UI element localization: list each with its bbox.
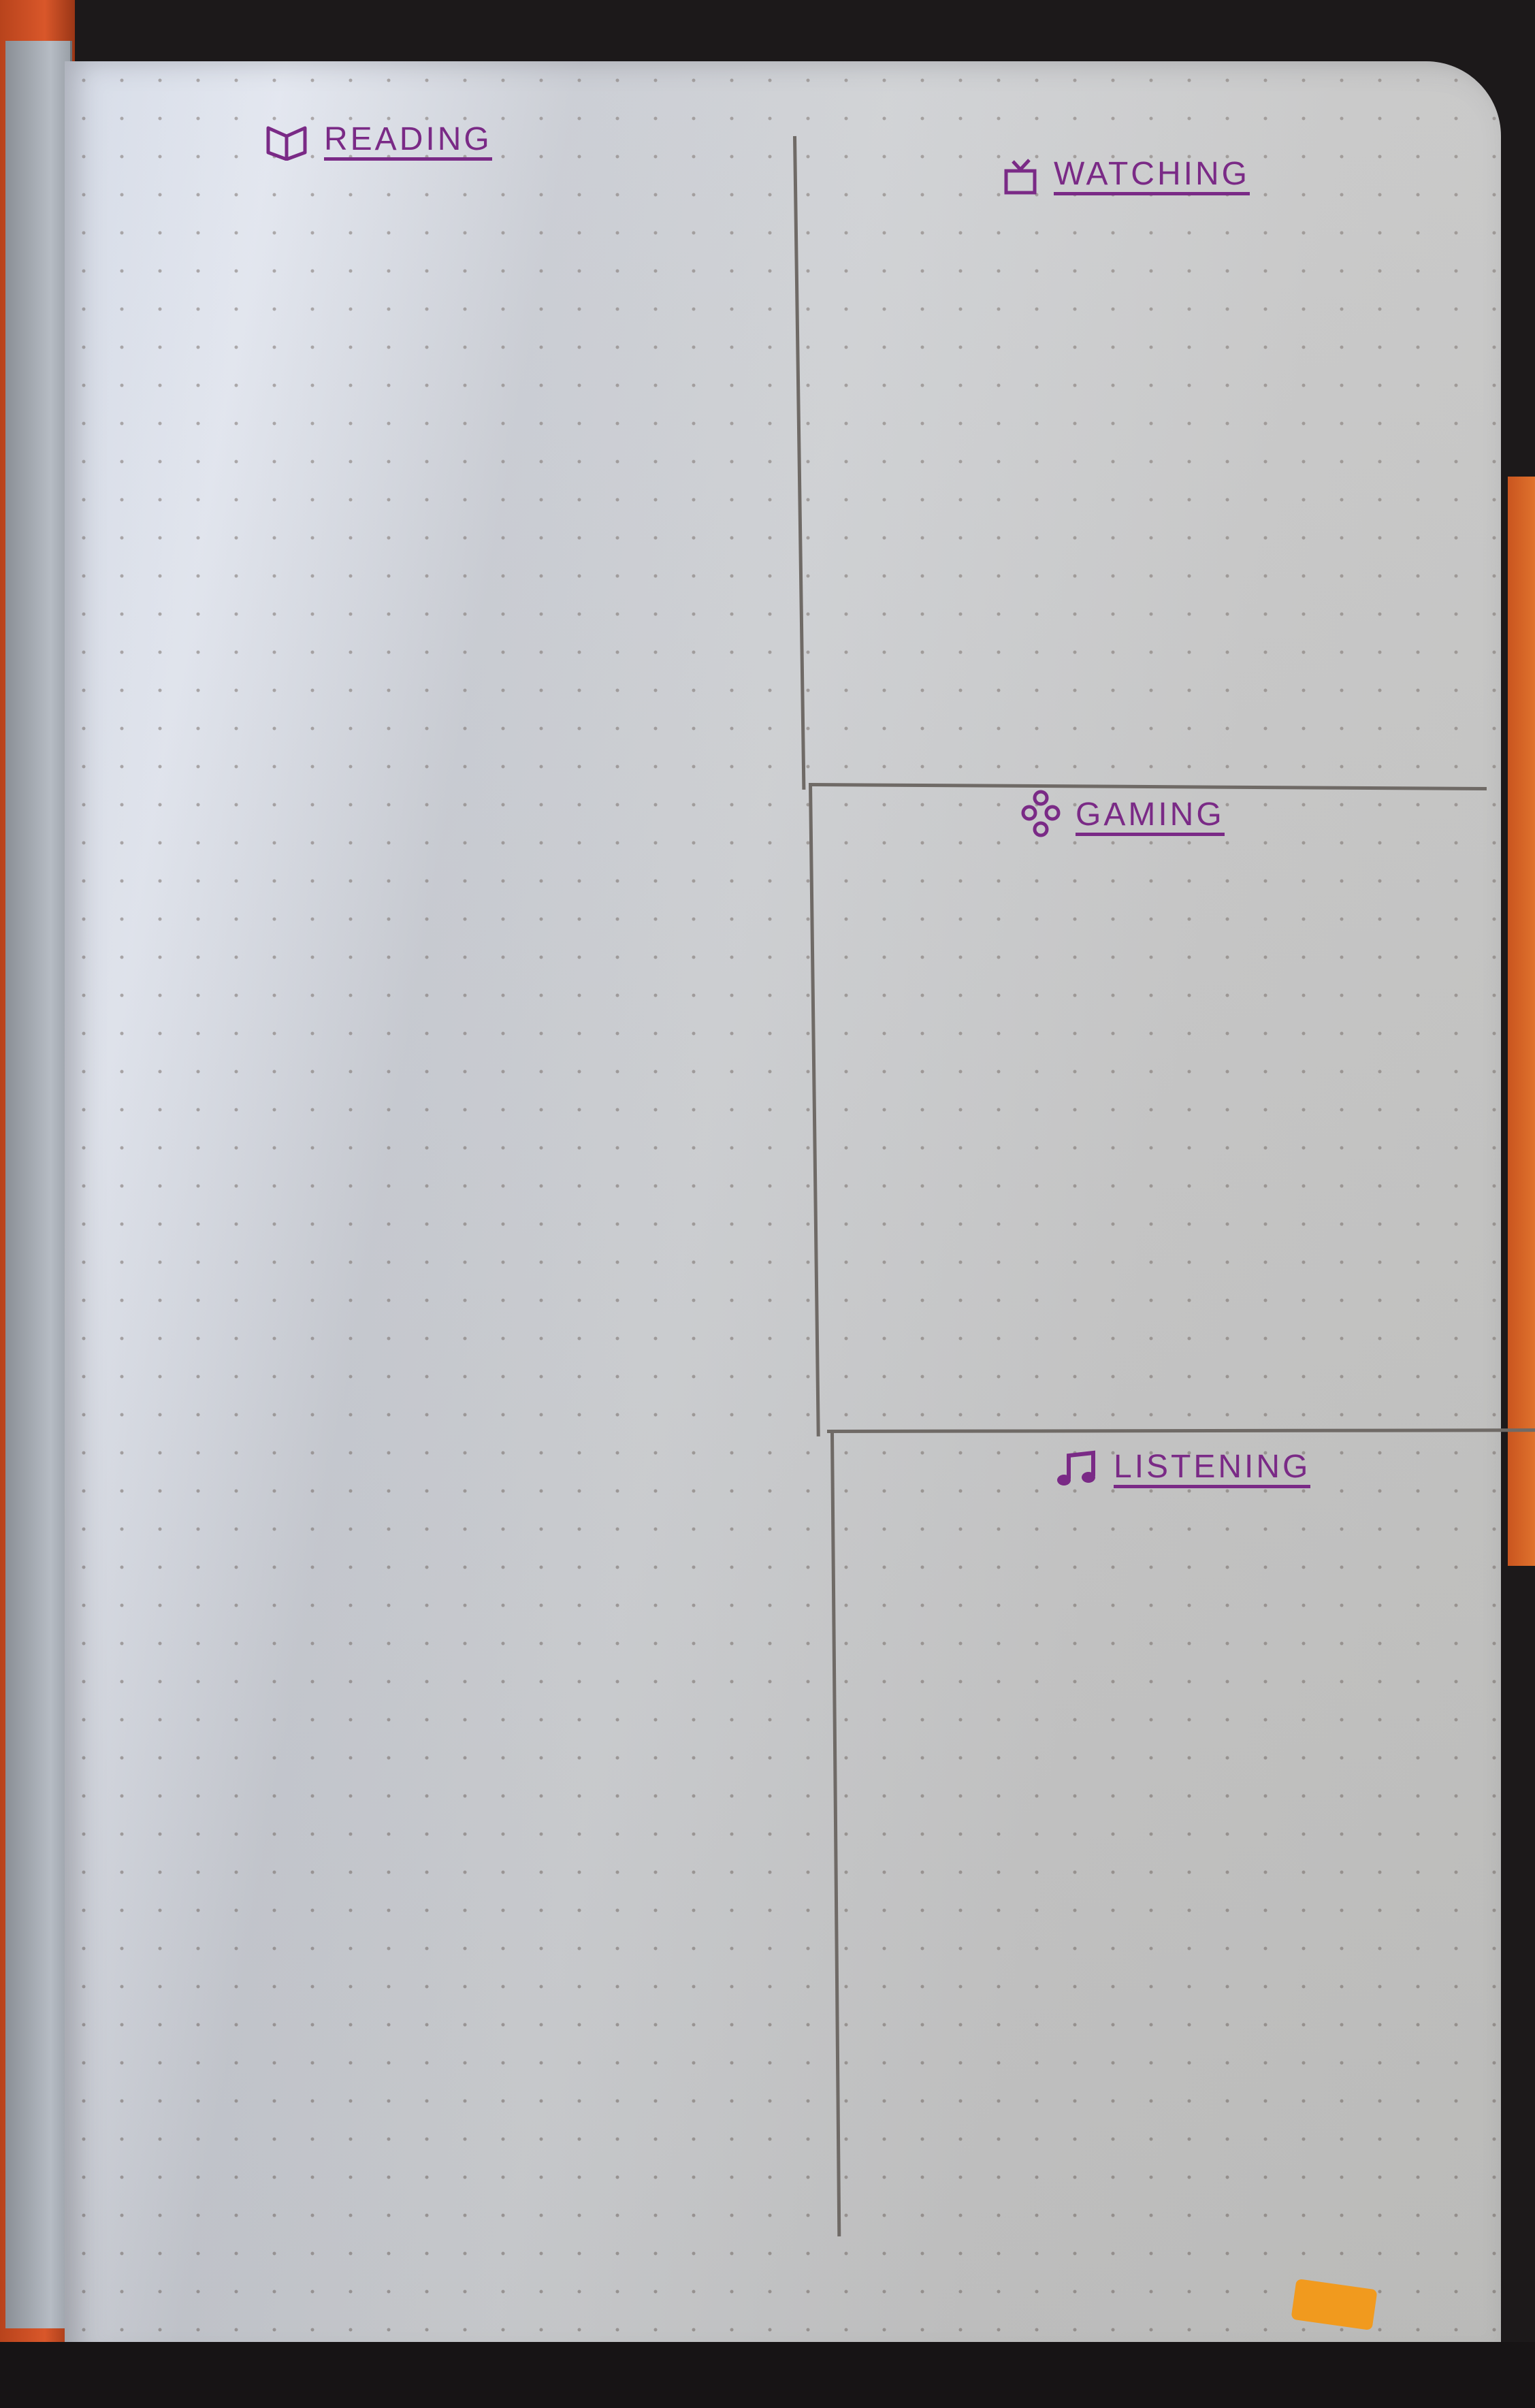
watching-label: Watching	[1054, 158, 1250, 195]
tv-icon	[1002, 158, 1039, 195]
watching-heading: Watching	[1002, 158, 1250, 195]
open-book-icon	[264, 123, 309, 161]
reading-label: Reading	[324, 123, 492, 161]
notebook-cover-right	[1508, 477, 1535, 1566]
listening-heading: Listening	[1056, 1450, 1311, 1488]
gamepad-buttons-icon	[1021, 790, 1061, 844]
left-page-edge	[5, 41, 72, 2328]
photo-scene: Reading Watching Gaming	[0, 0, 1535, 2408]
gaming-heading: Gaming	[1021, 790, 1225, 844]
gaming-label: Gaming	[1076, 798, 1225, 836]
music-note-icon	[1056, 1450, 1099, 1488]
dotted-journal-page	[65, 61, 1501, 2362]
desk-surface	[0, 2342, 1535, 2408]
listening-label: Listening	[1114, 1450, 1311, 1488]
reading-heading: Reading	[264, 123, 492, 161]
